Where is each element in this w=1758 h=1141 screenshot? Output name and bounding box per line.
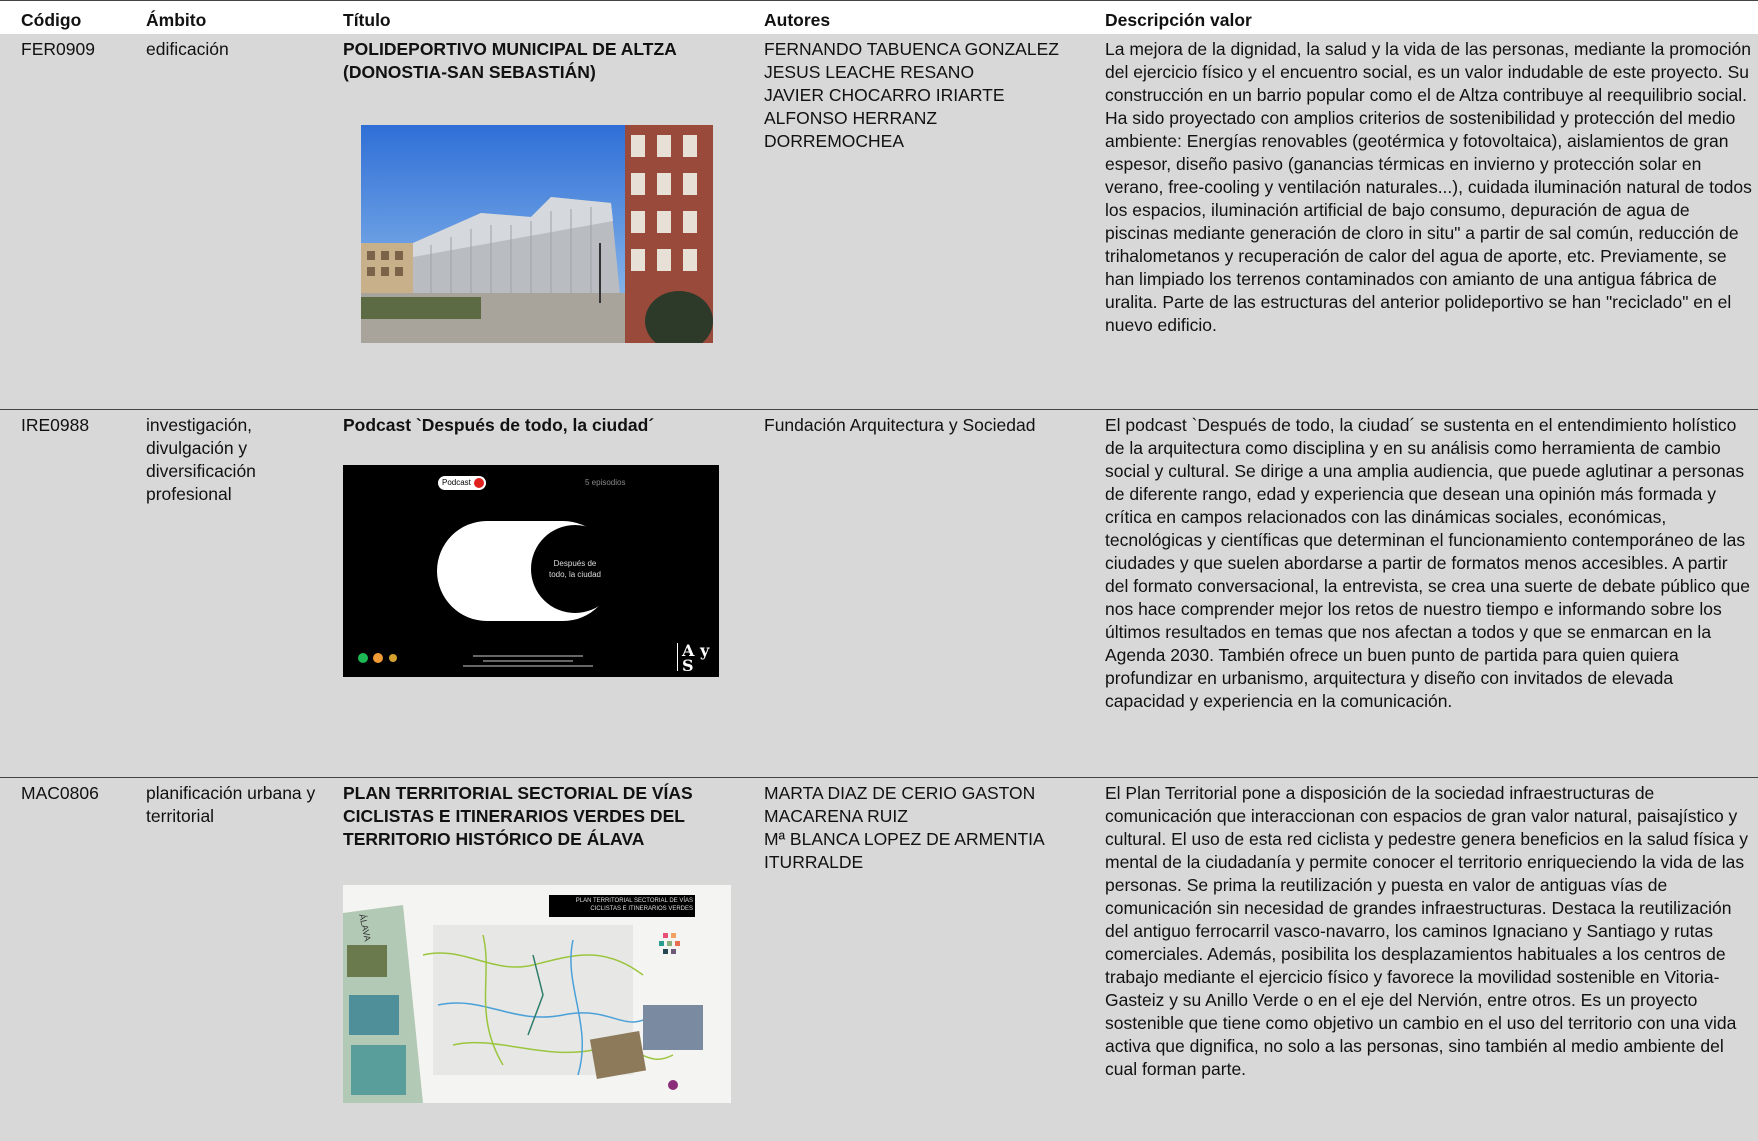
- podcast-cover: Podcast 5 episodios Después de todo, la …: [343, 465, 719, 677]
- row-authors: MARTA DIAZ DE CERIO GASTON MACARENA RUIZ…: [764, 782, 1084, 874]
- header-ambito: Ámbito: [146, 10, 207, 30]
- description-text: La mejora de la dignidad, la salud y la …: [1105, 39, 1752, 335]
- row-description: La mejora de la dignidad, la salud y la …: [1105, 38, 1755, 337]
- table-row: IRE0988 investigación, divulgación y div…: [0, 410, 1758, 777]
- author: JAVIER CHOCARRO IRIARTE: [764, 85, 1005, 105]
- author: MARTA DIAZ DE CERIO GASTON: [764, 783, 1036, 803]
- table-header: Código Ámbito Título Autores Descripción…: [0, 0, 1758, 35]
- ays-logo: A y S: [682, 641, 710, 675]
- row-code: FER0909: [21, 39, 95, 59]
- author: ALFONSO HERRANZ: [764, 108, 938, 128]
- author: ITURRALDE: [764, 852, 864, 872]
- description-text: El Plan Territorial pone a disposición d…: [1105, 783, 1748, 1079]
- table-row: FER0909 edificación POLIDEPORTIVO MUNICI…: [0, 34, 1758, 409]
- row-code: IRE0988: [21, 415, 90, 435]
- row-title: PLAN TERRITORIAL SECTORIAL DE VÍAS CICLI…: [343, 783, 693, 849]
- row-title: POLIDEPORTIVO MUNICIPAL DE ALTZA (DONOST…: [343, 39, 677, 82]
- cycling-map-image: ÁLAVA PLAN TERRITORIAL SECTORIAL DE VÍAS…: [343, 885, 731, 1103]
- table-row: MAC0806 planificación urbana y territori…: [0, 778, 1758, 1141]
- row-authors: FERNANDO TABUENCA GONZALEZ JESUS LEACHE …: [764, 38, 1084, 153]
- header-autores: Autores: [764, 10, 831, 30]
- row-ambito: edificación: [146, 39, 229, 59]
- header-descripcion: Descripción valor: [1105, 10, 1252, 30]
- row-title: Podcast `Después de todo, la ciudad´: [343, 415, 655, 435]
- map-panel-title: PLAN TERRITORIAL SECTORIAL DE VÍAS CICLI…: [575, 898, 693, 912]
- author: DORREMOCHEA: [764, 131, 905, 151]
- row-description: El Plan Territorial pone a disposición d…: [1105, 782, 1755, 1081]
- map-graphic: [343, 895, 703, 1103]
- sports-center-photo: [361, 125, 713, 343]
- author: Mª BLANCA LOPEZ DE ARMENTIA: [764, 829, 1045, 849]
- author: MACARENA RUIZ: [764, 806, 908, 826]
- description-text: El podcast `Después de todo, la ciudad´ …: [1105, 415, 1750, 711]
- row-ambito: investigación, divulgación y diversifica…: [146, 415, 256, 504]
- row-ambito: planificación urbana y territorial: [146, 783, 316, 826]
- row-description: El podcast `Después de todo, la ciudad´ …: [1105, 414, 1755, 713]
- author: Fundación Arquitectura y Sociedad: [764, 415, 1036, 435]
- header-titulo: Título: [343, 10, 391, 30]
- author: JESUS LEACHE RESANO: [764, 62, 975, 82]
- row-code: MAC0806: [21, 783, 99, 803]
- podcast-decor: [358, 643, 678, 671]
- author: FERNANDO TABUENCA GONZALEZ: [764, 39, 1059, 59]
- row-authors: Fundación Arquitectura y Sociedad: [764, 414, 1084, 437]
- header-codigo: Código: [21, 10, 82, 30]
